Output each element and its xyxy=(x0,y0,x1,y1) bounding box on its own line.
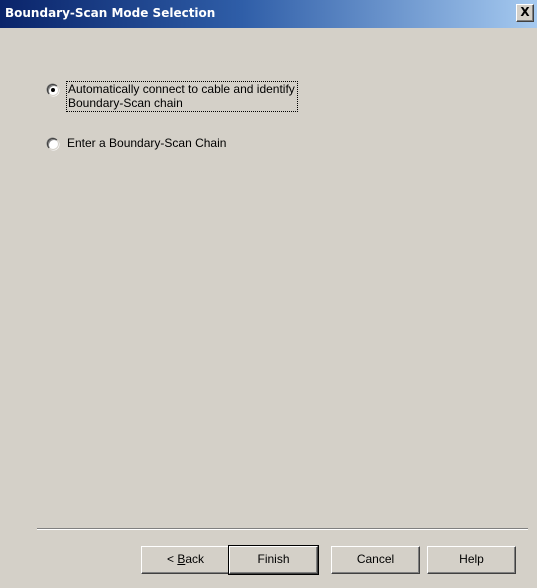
cancel-button[interactable]: Cancel xyxy=(331,546,420,574)
close-button[interactable]: X xyxy=(516,4,534,22)
radio-button-auto-connect[interactable] xyxy=(47,84,59,96)
back-button[interactable]: < Back xyxy=(141,546,230,574)
window-title: Boundary-Scan Mode Selection xyxy=(5,6,216,20)
radio-label-enter-chain[interactable]: Enter a Boundary-Scan Chain xyxy=(67,136,226,150)
radio-label-auto-connect[interactable]: Automatically connect to cable and ident… xyxy=(66,81,298,112)
close-icon: X xyxy=(520,5,530,19)
back-button-prefix: < xyxy=(166,552,178,566)
finish-button[interactable]: Finish xyxy=(228,545,319,575)
help-button[interactable]: Help xyxy=(427,546,516,574)
back-button-rest: ack xyxy=(185,552,205,566)
radio-button-enter-chain[interactable] xyxy=(47,138,59,150)
dialog-window: Boundary-Scan Mode Selection X Automatic… xyxy=(0,0,537,588)
radio-label-auto-line1: Automatically connect to cable and ident… xyxy=(68,82,295,96)
radio-label-auto-line2: Boundary-Scan chain xyxy=(68,96,183,110)
button-separator xyxy=(37,528,528,530)
title-bar[interactable]: Boundary-Scan Mode Selection X xyxy=(0,0,537,28)
radio-option-enter-chain[interactable]: Enter a Boundary-Scan Chain xyxy=(47,136,226,150)
radio-option-auto-connect[interactable]: Automatically connect to cable and ident… xyxy=(47,81,298,112)
